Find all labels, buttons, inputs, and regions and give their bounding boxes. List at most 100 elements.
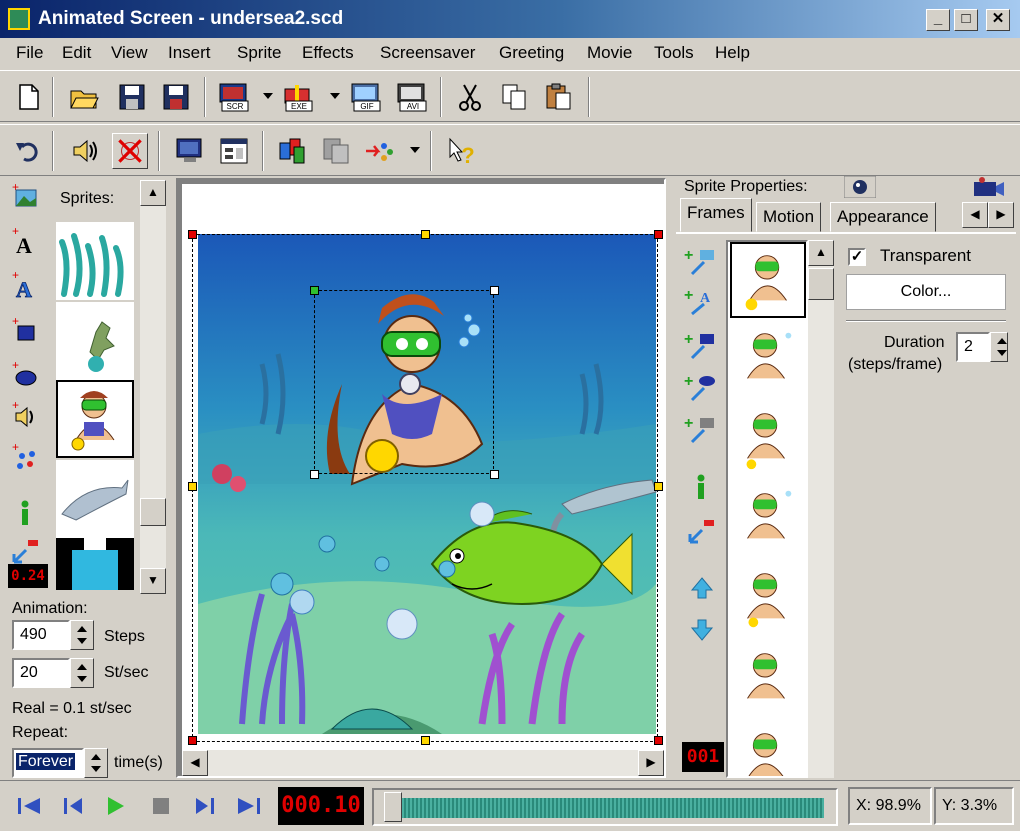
- timeline-slider[interactable]: [372, 788, 838, 826]
- effects-dropdown-arrow[interactable]: [410, 147, 420, 153]
- tab-frames[interactable]: Frames: [680, 198, 752, 232]
- menu-help[interactable]: Help: [715, 43, 750, 63]
- menu-greeting[interactable]: Greeting: [499, 43, 564, 63]
- selection-handle[interactable]: [490, 470, 499, 479]
- insert-particles-icon[interactable]: +: [10, 442, 40, 472]
- duration-input[interactable]: 2: [956, 332, 990, 362]
- scroll-thumb[interactable]: [140, 498, 166, 526]
- menu-edit[interactable]: Edit: [62, 43, 91, 63]
- selection-handle[interactable]: [310, 286, 319, 295]
- selection-handle[interactable]: [490, 286, 499, 295]
- scene-handle[interactable]: [421, 736, 430, 745]
- scroll-thumb[interactable]: [808, 268, 834, 300]
- frame-item[interactable]: [730, 242, 806, 318]
- forward-end-icon[interactable]: [234, 793, 264, 819]
- minimize-button[interactable]: _: [926, 9, 950, 31]
- menu-file[interactable]: File: [16, 43, 43, 63]
- steps-input[interactable]: 490: [12, 620, 70, 650]
- bring-to-front-icon[interactable]: [276, 135, 308, 167]
- preview-screen-icon[interactable]: [174, 135, 206, 167]
- frame-item[interactable]: [730, 722, 806, 776]
- movie-camera-icon[interactable]: [972, 176, 1006, 198]
- insert-rectangle-icon[interactable]: +: [10, 316, 40, 346]
- sprites-scrollbar[interactable]: ▲ ▼: [140, 180, 166, 594]
- step-back-icon[interactable]: [58, 793, 88, 819]
- add-ellipse-frame-icon[interactable]: +: [684, 372, 718, 402]
- tab-appearance[interactable]: Appearance: [830, 202, 936, 232]
- sprite-thumb-block[interactable]: [56, 538, 134, 590]
- scene-handle[interactable]: [654, 230, 663, 239]
- insert-picture-icon[interactable]: +: [10, 182, 40, 212]
- timeline-thumb[interactable]: [384, 792, 402, 822]
- step-forward-icon[interactable]: [190, 793, 220, 819]
- app-icon[interactable]: [8, 8, 30, 30]
- save-icon[interactable]: [116, 81, 148, 113]
- move-frame-down-icon[interactable]: [688, 616, 716, 644]
- insert-ellipse-icon[interactable]: +: [10, 360, 40, 390]
- menu-tools[interactable]: Tools: [654, 43, 694, 63]
- insert-sound-icon[interactable]: +: [10, 400, 40, 430]
- color-button[interactable]: Color...: [846, 274, 1006, 310]
- context-help-icon[interactable]: ?: [444, 135, 476, 167]
- add-frame-icon[interactable]: +: [684, 246, 718, 276]
- move-sprite-icon[interactable]: [10, 536, 40, 566]
- frame-item[interactable]: [730, 562, 806, 638]
- scroll-up-arrow[interactable]: ▲: [808, 240, 834, 266]
- add-clip-frame-icon[interactable]: +: [684, 414, 718, 444]
- greeting-dropdown-arrow[interactable]: [330, 93, 340, 99]
- cut-icon[interactable]: [454, 81, 486, 113]
- save-as-icon[interactable]: [160, 81, 192, 113]
- undo-icon[interactable]: [12, 135, 44, 167]
- frames-scrollbar[interactable]: ▲: [808, 240, 834, 778]
- frame-item[interactable]: [730, 322, 806, 398]
- selection-handle[interactable]: [310, 470, 319, 479]
- insert-styled-text-icon[interactable]: +A: [10, 270, 40, 300]
- open-folder-icon[interactable]: [68, 81, 100, 113]
- frame-item[interactable]: [730, 642, 806, 718]
- close-button[interactable]: ✕: [986, 9, 1010, 31]
- scroll-right-arrow[interactable]: ▶: [638, 750, 664, 776]
- add-text-frame-icon[interactable]: + A: [684, 286, 718, 316]
- new-file-icon[interactable]: [12, 81, 44, 113]
- sprite-info-icon[interactable]: [10, 498, 40, 528]
- scene-handle[interactable]: [421, 230, 430, 239]
- sprite-thumb-dolphin[interactable]: [56, 460, 134, 538]
- frame-item[interactable]: [730, 482, 806, 558]
- delete-frame-icon[interactable]: [686, 516, 716, 546]
- rewind-start-icon[interactable]: [14, 793, 44, 819]
- export-gif-icon[interactable]: GIF: [350, 81, 382, 113]
- play-icon[interactable]: [100, 793, 130, 819]
- transparent-checkbox[interactable]: ✓: [848, 248, 866, 266]
- sprite-thumb-coral[interactable]: [56, 302, 134, 380]
- screensaver-dropdown-arrow[interactable]: [263, 93, 273, 99]
- move-frame-up-icon[interactable]: [688, 574, 716, 602]
- scene-canvas[interactable]: [182, 184, 664, 750]
- scroll-up-arrow[interactable]: ▲: [140, 180, 166, 206]
- frames-list[interactable]: [726, 240, 808, 778]
- tabs-scroll-right[interactable]: ▶: [988, 202, 1014, 228]
- scene-handle[interactable]: [654, 736, 663, 745]
- add-rect-frame-icon[interactable]: +: [684, 330, 718, 360]
- scroll-left-arrow[interactable]: ◀: [182, 750, 208, 776]
- repeat-select[interactable]: Forever: [12, 748, 84, 778]
- steps-spinner[interactable]: [70, 620, 94, 650]
- rate-input[interactable]: 20: [12, 658, 70, 688]
- send-to-back-icon[interactable]: [320, 135, 352, 167]
- mute-sound-icon[interactable]: [112, 133, 148, 169]
- properties-window-icon[interactable]: [218, 135, 250, 167]
- sprite-thumb-diver-selected[interactable]: [56, 380, 134, 458]
- sprite-preview-icon[interactable]: [844, 176, 876, 198]
- export-screensaver-icon[interactable]: SCR: [218, 81, 250, 113]
- sprite-thumb-seaweed[interactable]: [56, 222, 134, 300]
- export-avi-icon[interactable]: AVI: [396, 81, 428, 113]
- frame-info-icon[interactable]: [686, 472, 716, 502]
- duration-spinner[interactable]: [990, 332, 1008, 362]
- menu-insert[interactable]: Insert: [168, 43, 211, 63]
- maximize-button[interactable]: □: [954, 9, 978, 31]
- menu-view[interactable]: View: [111, 43, 148, 63]
- scene-handle[interactable]: [188, 736, 197, 745]
- export-greeting-icon[interactable]: EXE: [282, 81, 314, 113]
- rate-spinner[interactable]: [70, 658, 94, 688]
- scene-handle[interactable]: [188, 482, 197, 491]
- frame-item[interactable]: [730, 402, 806, 478]
